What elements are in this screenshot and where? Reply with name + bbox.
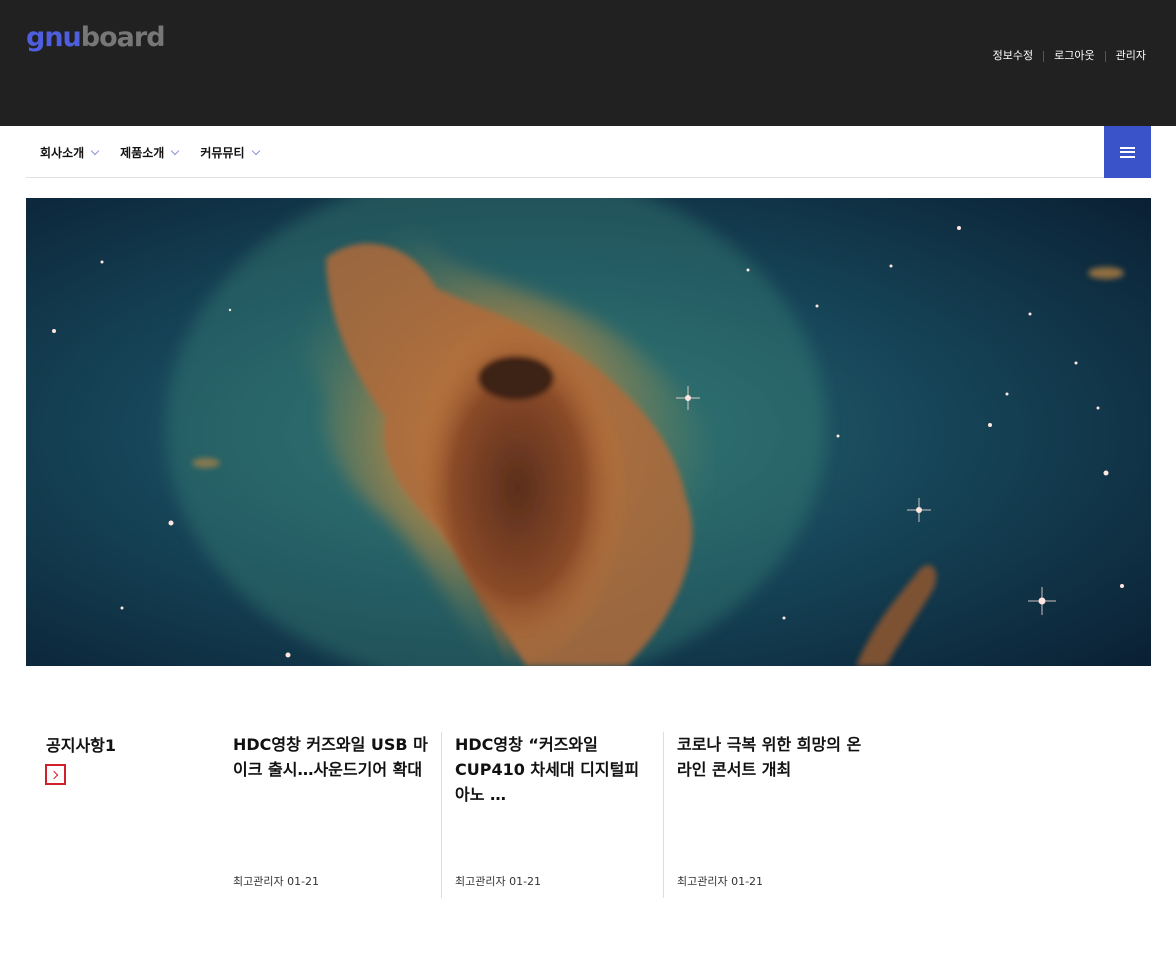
logout-link[interactable]: 로그아웃 — [1044, 49, 1104, 63]
post-card: 코로나 극복 위한 희망의 온라인 콘서트 개최 최고관리자 01-21 — [663, 732, 863, 898]
chevron-right-icon — [49, 770, 59, 779]
main-menu: 회사소개 제품소개 커뮤뮤티 — [40, 144, 281, 161]
chevron-down-icon — [171, 146, 180, 156]
top-header: gnuboard 정보수정 로그아웃 관리자 — [0, 0, 1176, 126]
post-meta: 최고관리자 01-21 — [233, 875, 320, 888]
post-subject-link[interactable]: HDC영창 “커즈와일 CUP410 차세대 디지털피아노 … — [455, 732, 653, 807]
latest-notice-section: 공지사항1 HDC영창 커즈와일 USB 마이크 출시…사운드기어 확대 최고관… — [26, 732, 1151, 898]
post-card: HDC영창 “커즈와일 CUP410 차세대 디지털피아노 … 최고관리자 01… — [441, 732, 641, 898]
nebula-image — [26, 198, 1151, 666]
main-nav: 회사소개 제품소개 커뮤뮤티 — [26, 126, 1151, 178]
section-title[interactable]: 공지사항1 — [46, 732, 116, 756]
logo-board: board — [80, 22, 166, 53]
nav-item-company[interactable]: 회사소개 — [40, 144, 100, 161]
nav-item-products[interactable]: 제품소개 — [120, 144, 180, 161]
post-card: HDC영창 커즈와일 USB 마이크 출시…사운드기어 확대 최고관리자 01-… — [233, 732, 433, 898]
nav-item-label: 회사소개 — [40, 146, 85, 160]
post-meta: 최고관리자 01-21 — [455, 875, 542, 888]
chevron-down-icon — [90, 146, 100, 156]
hamburger-icon — [1120, 146, 1135, 158]
all-menu-button[interactable] — [1104, 126, 1151, 178]
nav-item-label: 제품소개 — [120, 146, 165, 160]
hero-banner-image — [26, 198, 1151, 666]
top-nav-links: 정보수정 로그아웃 관리자 — [983, 49, 1154, 63]
post-subject-link[interactable]: HDC영창 커즈와일 USB 마이크 출시…사운드기어 확대 — [233, 732, 431, 782]
post-subject-link[interactable]: 코로나 극복 위한 희망의 온라인 콘서트 개최 — [677, 732, 875, 782]
edit-profile-link[interactable]: 정보수정 — [983, 49, 1043, 63]
logo-gnu: gnu — [26, 22, 82, 53]
chevron-down-icon — [251, 146, 260, 156]
post-meta: 최고관리자 01-21 — [677, 875, 764, 888]
nav-item-community[interactable]: 커뮤뮤티 — [200, 144, 260, 161]
admin-link[interactable]: 관리자 — [1106, 49, 1154, 63]
nav-item-label: 커뮤뮤티 — [200, 146, 245, 160]
more-button[interactable] — [45, 764, 66, 785]
site-logo[interactable]: gnuboard — [26, 22, 166, 54]
